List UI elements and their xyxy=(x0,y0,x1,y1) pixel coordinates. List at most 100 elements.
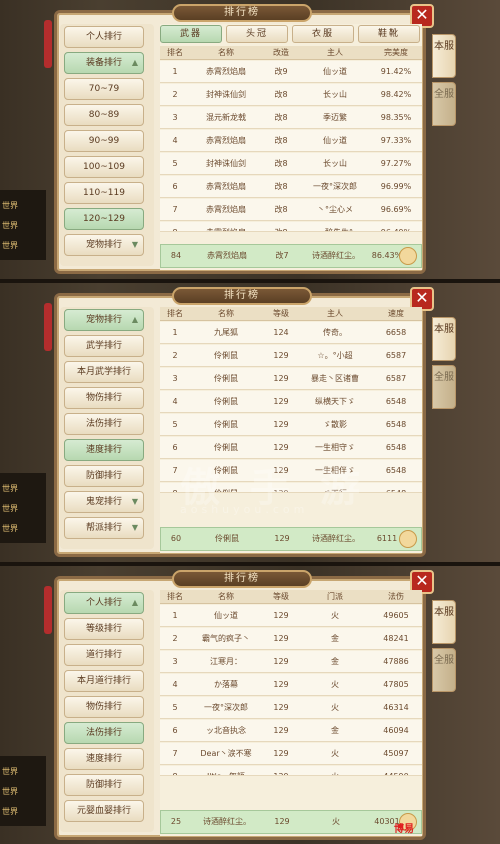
table-row[interactable]: 6 赤霄烈焰扇 改8 一夜°深次郎 96.99% xyxy=(160,176,422,198)
table-cell: Dear丶涙不寒 xyxy=(200,749,252,758)
side-tab-all[interactable]: 全服 xyxy=(432,648,456,692)
category-label: 法伤排行 xyxy=(85,419,122,429)
category-button[interactable]: 90~99 xyxy=(64,130,144,152)
table-cell: 长ッ山 xyxy=(323,159,347,168)
category-button[interactable]: 防御排行 xyxy=(64,465,144,487)
category-button[interactable]: 110~119 xyxy=(64,182,144,204)
chat-channel-tag: 世界 xyxy=(2,484,18,493)
ranking-table: 排名 名称 等级 门派 法伤 1 仙ッ道 129 火 49605 2 霸气的疯子丶 129 金 48241 3… xyxy=(160,590,422,836)
chat-line: 世界 xyxy=(2,523,18,534)
category-button[interactable]: 装备排行 ▲ xyxy=(64,52,144,74)
table-cell: 一夜°深次郎 xyxy=(313,182,357,191)
table-row[interactable]: 7 赤霄烈焰扇 改8 丶°尘心メ 96.69% xyxy=(160,199,422,221)
my-rank-row[interactable]: 25 诗酒醉红尘。 129 火 40301 xyxy=(160,810,422,834)
tab-2[interactable]: 衣服 xyxy=(292,25,354,43)
side-tab-server[interactable]: 本服 xyxy=(432,317,456,361)
category-button[interactable]: 宠物排行 ▲ xyxy=(64,309,144,331)
table-row[interactable]: 3 江寒月： 129 金 47886 xyxy=(160,651,422,673)
side-tab-server[interactable]: 本服 xyxy=(432,34,456,78)
tab-0[interactable]: 武器 xyxy=(160,25,222,43)
chevron-up-icon: ▲ xyxy=(131,315,138,324)
table-cell: 129 xyxy=(273,634,289,643)
table-row[interactable]: 5 伶俐鼠 129 ゞ散影 6548 xyxy=(160,414,422,436)
table-row[interactable]: 8赤霄烈焰扇改8一醉先生°96.49% xyxy=(160,222,422,232)
category-button[interactable]: 70~79 xyxy=(64,78,144,100)
table-row[interactable]: 4 伶俐鼠 129 纵横天下ゞ 6548 xyxy=(160,391,422,413)
table-row[interactable]: 4 赤霄烈焰扇 改8 仙ッ道 97.33% xyxy=(160,130,422,152)
category-button[interactable]: 物伤排行 xyxy=(64,387,144,409)
category-button[interactable]: 帮派排行 ▼ xyxy=(64,517,144,539)
table-cell: 霸气的疯子丶 xyxy=(202,634,250,643)
leaderboard-panel: 排行榜 ✕ 本服 全服 个人排行 ▲ 等级排行 道行排行 本月道行排行 物伤排行 法伤排行 速度排行防… xyxy=(44,570,456,842)
table-row[interactable]: 8I't's__無語129火44590 xyxy=(160,766,422,776)
table-cell: 129 xyxy=(273,726,289,735)
my-rank-row[interactable]: 84 赤霄烈焰扇 改7 诗酒醉红尘。 86.43% xyxy=(160,244,422,268)
table-row[interactable]: 7 Dear丶涙不寒 129 火 45097 xyxy=(160,743,422,765)
table-cell: 45097 xyxy=(383,749,409,758)
table-row[interactable]: 1 赤霄烈焰扇 改9 仙ッ道 91.42% xyxy=(160,61,422,83)
table-row[interactable]: 2 霸气的疯子丶 129 金 48241 xyxy=(160,628,422,650)
category-button[interactable]: 120~129 xyxy=(64,208,144,230)
category-button[interactable]: 元婴血婴排行 xyxy=(64,800,144,822)
category-button[interactable]: 道行排行 xyxy=(64,644,144,666)
table-row[interactable]: 3 伶俐鼠 129 暴走丶区诸曹 6587 xyxy=(160,368,422,390)
category-label: 道行排行 xyxy=(85,650,122,660)
category-button[interactable]: 个人排行 xyxy=(64,26,144,48)
column-header: 等级 xyxy=(273,592,289,601)
table-row[interactable]: 2 伶俐鼠 129 ☆。°小超 6587 xyxy=(160,345,422,367)
chat-line: 世界 xyxy=(2,240,18,251)
category-button[interactable]: 鬼宠排行 ▼ xyxy=(64,491,144,513)
table-row[interactable]: 6 ッ北音执念 129 金 46094 xyxy=(160,720,422,742)
category-button[interactable]: 本月武学排行 xyxy=(64,361,144,383)
tab-1[interactable]: 头冠 xyxy=(226,25,288,43)
category-button[interactable]: 等级排行 xyxy=(64,618,144,640)
table-cell: 金 xyxy=(331,657,339,666)
table-cell: 4 xyxy=(172,136,178,145)
table-row[interactable]: 2 封神诛仙剑 改8 长ッ山 98.42% xyxy=(160,84,422,106)
category-button[interactable]: 速度排行 xyxy=(64,748,144,770)
category-button[interactable]: 法伤排行 xyxy=(64,722,144,744)
chat-line: 世界 xyxy=(2,483,18,494)
category-button[interactable]: 物伤排行 xyxy=(64,696,144,718)
tab-3[interactable]: 鞋靴 xyxy=(358,25,420,43)
table-cell: 改8 xyxy=(274,159,288,168)
treasure-icon[interactable] xyxy=(399,247,417,265)
table-cell: か落幕 xyxy=(214,680,238,689)
table-cell: 6587 xyxy=(385,351,407,360)
chat-channel-tag: 世界 xyxy=(2,524,18,533)
chevron-up-icon: ▲ xyxy=(131,598,138,607)
column-header: 排名 xyxy=(167,48,183,57)
table-row[interactable]: 1 九尾狐 124 传奇。 6658 xyxy=(160,322,422,344)
table-row[interactable]: 5 一夜°深次郎 129 火 46314 xyxy=(160,697,422,719)
column-header: 名称 xyxy=(218,48,234,57)
table-cell: 金 xyxy=(331,726,339,735)
table-cell: 3 xyxy=(172,657,178,666)
table-row[interactable]: 3 混元新龙戟 改8 季迈繁 98.35% xyxy=(160,107,422,129)
table-row[interactable]: 1 仙ッ道 129 火 49605 xyxy=(160,605,422,627)
category-button[interactable]: 本月道行排行 xyxy=(64,670,144,692)
category-button[interactable]: 法伤排行 xyxy=(64,413,144,435)
table-cell: 47805 xyxy=(383,680,409,689)
side-tab-all[interactable]: 全服 xyxy=(432,82,456,126)
category-button[interactable]: 100~109 xyxy=(64,156,144,178)
table-cell: 97.33% xyxy=(380,136,412,145)
chat-line: 世界 xyxy=(2,786,18,797)
table-row[interactable]: 4 か落幕 129 火 47805 xyxy=(160,674,422,696)
table-row[interactable]: 5 封神诛仙剑 改8 长ッ山 97.27% xyxy=(160,153,422,175)
table-cell: 91.42% xyxy=(380,67,412,76)
chat-channel-tag: 世界 xyxy=(2,807,18,816)
treasure-icon[interactable] xyxy=(399,530,417,548)
category-button[interactable]: 防御排行 xyxy=(64,774,144,796)
category-button[interactable]: 宠物排行 ▼ xyxy=(64,234,144,256)
category-button[interactable]: 速度排行 xyxy=(64,439,144,461)
category-label: 宠物排行 xyxy=(85,240,122,250)
table-cell: 46094 xyxy=(383,726,409,735)
side-tab-all[interactable]: 全服 xyxy=(432,365,456,409)
category-button[interactable]: 个人排行 ▲ xyxy=(64,592,144,614)
side-tab-server[interactable]: 本服 xyxy=(432,600,456,644)
category-button[interactable]: 武学排行 xyxy=(64,335,144,357)
my-rank-row[interactable]: 60 伶俐鼠 129 诗酒醉红尘。 6111 xyxy=(160,527,422,551)
table-cell: 3 xyxy=(172,374,178,383)
category-label: 防御排行 xyxy=(85,471,122,481)
category-button[interactable]: 80~89 xyxy=(64,104,144,126)
